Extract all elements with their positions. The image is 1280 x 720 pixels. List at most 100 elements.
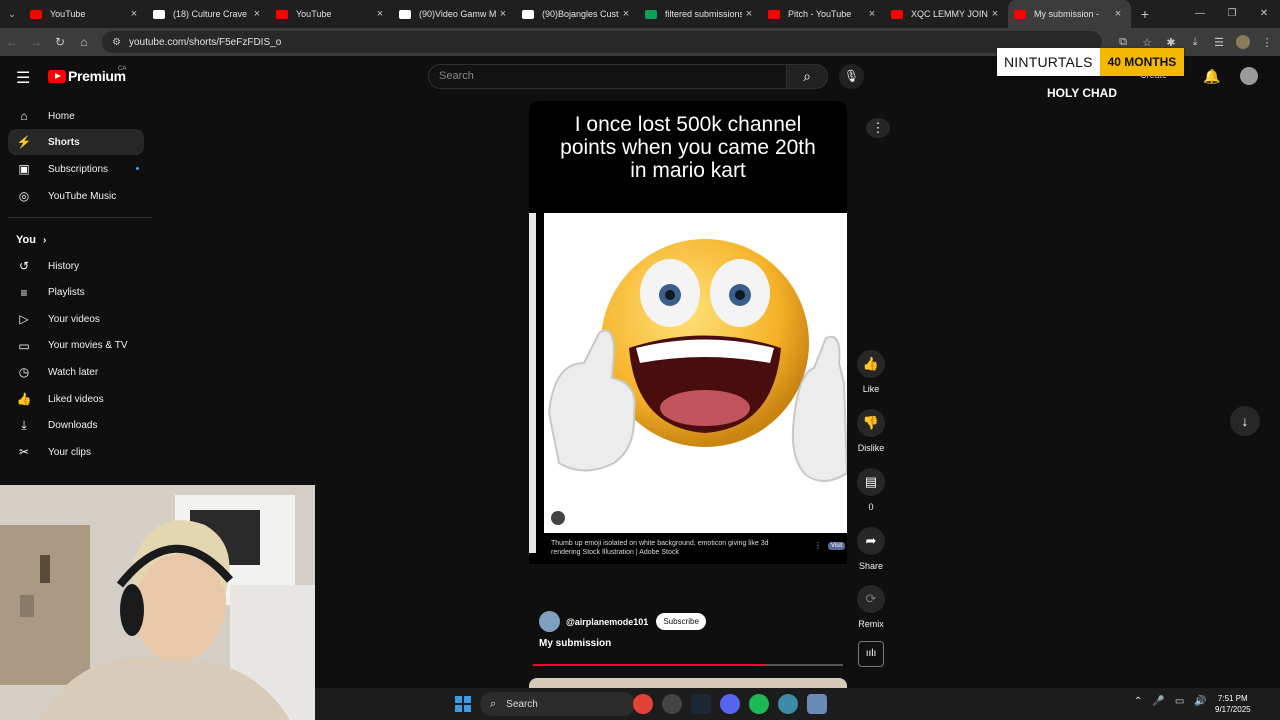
browser-tab[interactable]: My submission - × [1008,0,1131,28]
bookmark-star-icon[interactable]: ☆ [1140,36,1154,49]
tray-mic-icon[interactable]: 🎤 [1152,696,1164,707]
dislike-icon[interactable]: 👎 [857,409,885,437]
tab-search-dropdown-icon[interactable]: ⌄ [0,0,24,28]
share-action[interactable]: ➦ Share [857,527,885,571]
reading-list-icon[interactable]: ☰ [1212,36,1226,49]
windows-start-icon[interactable] [455,696,471,712]
downloads-toolbar-icon[interactable]: ⤓ [1188,36,1202,49]
tab-favicon-icon [645,9,657,19]
obs-icon[interactable] [662,694,682,714]
subscribe-button[interactable]: Subscribe [656,613,706,630]
tray-network-icon[interactable]: ▭ [1175,696,1184,707]
new-content-dot [136,167,139,170]
address-bar[interactable]: ⚙ youtube.com/shorts/F5eFzFDIS_o [102,31,1102,53]
browser-tab[interactable]: (18) Culture Crave 🚨× [147,0,270,28]
browser-tab[interactable]: YouTube × [24,0,147,28]
tab-close-icon[interactable]: × [865,8,879,20]
new-tab-button[interactable]: + [1135,6,1155,22]
sidebar-item-playlists[interactable]: ≡ Playlists [8,280,144,306]
network-app-icon[interactable] [778,694,798,714]
sidebar-item-subscriptions[interactable]: ▣ Subscriptions [8,156,144,182]
profile-avatar[interactable] [1236,35,1250,49]
search-input[interactable]: Search [428,64,787,89]
tab-close-icon[interactable]: × [127,8,141,20]
next-short-arrow-icon[interactable]: ↓ [1230,406,1260,436]
sidebar-item-shorts[interactable]: ⚡ Shorts [8,129,144,155]
browser-tab[interactable]: (90)Bojangles Custom× [516,0,639,28]
hamburger-menu-icon[interactable]: ☰ [16,68,30,88]
home-button-icon[interactable]: ⌂ [72,35,96,49]
video-progress-bar[interactable] [533,664,843,666]
home-icon: ⌂ [20,109,28,123]
tab-close-icon[interactable]: × [250,8,264,20]
tab-close-icon[interactable]: × [988,8,1002,20]
sidebar-item-liked-videos[interactable]: 👍 Liked videos [8,386,144,412]
dislike-action[interactable]: 👎 Dislike [857,409,885,453]
spotify-icon[interactable] [749,694,769,714]
tab-close-icon[interactable]: × [742,8,756,20]
minimize-icon[interactable]: — [1184,0,1216,28]
notifications-bell-icon[interactable]: 🔔 [1203,68,1220,85]
taskbar-search[interactable]: ⌕ Search [480,692,635,716]
browser-tab[interactable]: (90)Video Gamw Mis × [393,0,516,28]
caption-more-icon[interactable]: ⋮ [814,541,822,550]
history-icon: ↺ [18,259,30,273]
back-icon[interactable]: ← [0,35,24,49]
sidebar-item-label: Home [48,110,75,122]
browser-tab[interactable]: YouTube × [270,0,393,28]
site-info-icon[interactable]: ⚙ [112,37,121,48]
user-avatar[interactable] [1240,67,1258,85]
browser-menu-icon[interactable]: ⋮ [1260,36,1274,49]
forward-icon[interactable]: → [24,35,48,49]
sidebar-item-your-clips[interactable]: ✂ Your clips [8,439,144,465]
sidebar-item-your-movies-tv[interactable]: ▭ Your movies & TV [8,333,144,359]
taskbar-clock[interactable]: 7:51 PM 9/17/2025 [1215,693,1251,715]
comments-action[interactable]: ▤ 0 [857,468,885,512]
sidebar-item-watch-later[interactable]: ◷ Watch later [8,359,144,385]
browser-tab[interactable]: Pitch - YouTube × [762,0,885,28]
channel-avatar[interactable] [539,611,560,632]
restore-icon[interactable]: ❐ [1216,0,1248,28]
remix-action[interactable]: ⟳ Remix [857,585,885,629]
tab-close-icon[interactable]: × [373,8,387,20]
youtube-premium-logo[interactable]: Premium [48,68,126,84]
reload-icon[interactable]: ↻ [48,35,72,49]
extensions-icon[interactable]: ✱ [1164,36,1178,49]
browser-tab[interactable]: XQC LEMMY JOIN EV× [885,0,1008,28]
sidebar-item-home[interactable]: ⌂ Home [8,103,144,129]
discord-icon[interactable] [720,694,740,714]
search-button[interactable]: ⌕ [786,64,828,89]
like-action[interactable]: 👍 Like [857,350,885,394]
install-app-icon[interactable]: ⧉ [1116,36,1130,49]
shorts-player[interactable]: I once lost 500k channel points when you… [529,101,847,564]
share-icon[interactable]: ➦ [857,527,885,555]
you-section-header[interactable]: You › [16,234,46,246]
more-options-icon[interactable]: ⋮ [866,118,890,138]
channel-name[interactable]: @airplanemode101 [566,617,648,627]
visit-button[interactable]: Visit [828,542,846,550]
comment-icon[interactable]: ▤ [857,468,885,496]
sidebar-item-youtube-music[interactable]: ◎ YouTube Music [8,183,144,209]
sidebar-item-downloads[interactable]: ⤓ Downloads [8,413,144,439]
close-window-icon[interactable]: ✕ [1248,0,1280,28]
tray-volume-icon[interactable]: 🔊 [1194,696,1206,707]
chrome-icon[interactable] [633,694,653,714]
audio-sound-icon[interactable]: ıılı [858,641,884,667]
tab-close-icon[interactable]: × [1111,8,1125,20]
tab-close-icon[interactable]: × [496,8,510,20]
browser-tab[interactable]: filtered submissions × [639,0,762,28]
file-app-icon[interactable] [807,694,827,714]
youtube-logo-icon [48,69,66,83]
like-icon[interactable]: 👍 [857,350,885,378]
tab-title: (90)Bojangles Custom [542,9,619,19]
tab-favicon-icon [399,9,411,19]
tray-overflow-icon[interactable]: ⌃ [1134,696,1142,707]
tab-close-icon[interactable]: × [619,8,633,20]
subscriber-name: NINTURTALS [997,48,1100,76]
steam-icon[interactable] [691,694,711,714]
sidebar-item-history[interactable]: ↺ History [8,253,144,279]
sidebar-item-your-videos[interactable]: ▷ Your videos [8,306,144,332]
remix-icon[interactable]: ⟳ [857,585,885,613]
voice-search-button[interactable]: 🎙 [839,64,864,89]
youtube-music-icon: ◎ [18,189,30,203]
